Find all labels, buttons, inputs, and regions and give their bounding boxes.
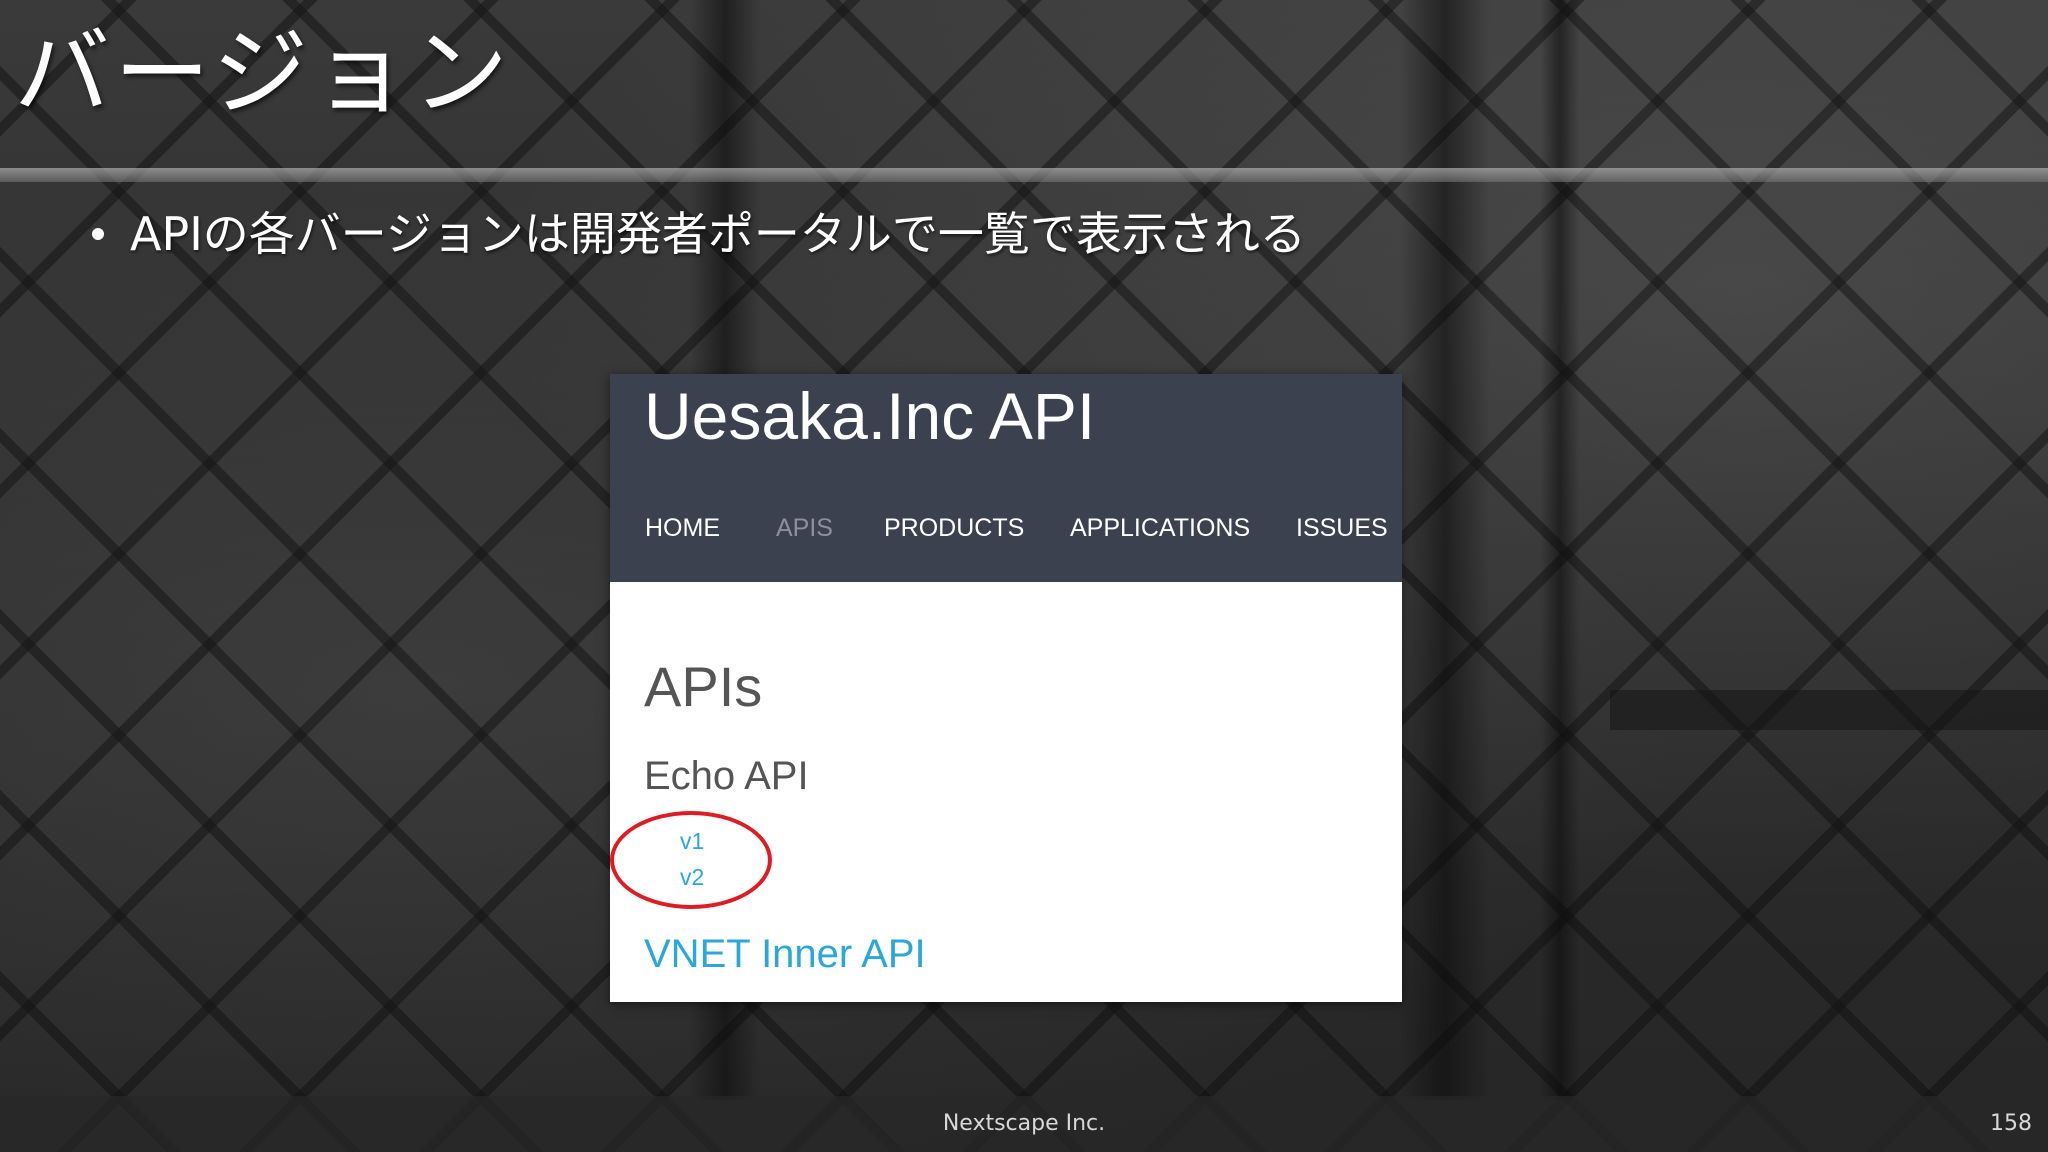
portal-nav: HOME APIS PRODUCTS APPLICATIONS ISSUES xyxy=(610,508,1402,548)
bullet-dot-icon xyxy=(92,227,104,240)
nav-home[interactable]: HOME xyxy=(645,508,720,548)
slide-footer: Nextscape Inc. 158 xyxy=(0,1096,2048,1152)
slide: バージョン APIの各バージョンは開発者ポータルで一覧で表示される Uesaka… xyxy=(0,0,2048,1152)
api-link-vnet-inner[interactable]: VNET Inner API xyxy=(644,929,926,979)
portal-site-title[interactable]: Uesaka.Inc API xyxy=(644,376,1095,456)
nav-issues[interactable]: ISSUES xyxy=(1296,508,1388,548)
page-number: 158 xyxy=(1990,1111,2032,1136)
fence-rail xyxy=(0,168,2048,182)
fence-post xyxy=(1540,0,1580,1100)
bullet-item: APIの各バージョンは開発者ポータルで一覧で表示される xyxy=(92,206,1306,262)
bullet-text: APIの各バージョンは開発者ポータルで一覧で表示される xyxy=(130,207,1306,261)
api-name-echo: Echo API xyxy=(644,754,809,798)
version-link-v1[interactable]: v1 xyxy=(680,826,704,856)
footer-company: Nextscape Inc. xyxy=(942,1111,1106,1136)
portal-header: Uesaka.Inc API HOME APIS PRODUCTS APPLIC… xyxy=(610,374,1402,582)
version-link-v2[interactable]: v2 xyxy=(680,862,704,892)
fence-post xyxy=(1400,0,1490,1100)
portal-screenshot: Uesaka.Inc API HOME APIS PRODUCTS APPLIC… xyxy=(610,374,1402,1002)
slide-title: バージョン xyxy=(14,17,513,129)
nav-applications[interactable]: APPLICATIONS xyxy=(1070,508,1250,548)
nav-apis[interactable]: APIS xyxy=(776,508,833,548)
apis-heading: APIs xyxy=(644,655,763,718)
nav-products[interactable]: PRODUCTS xyxy=(884,508,1024,548)
fence-rail xyxy=(1610,690,2048,730)
